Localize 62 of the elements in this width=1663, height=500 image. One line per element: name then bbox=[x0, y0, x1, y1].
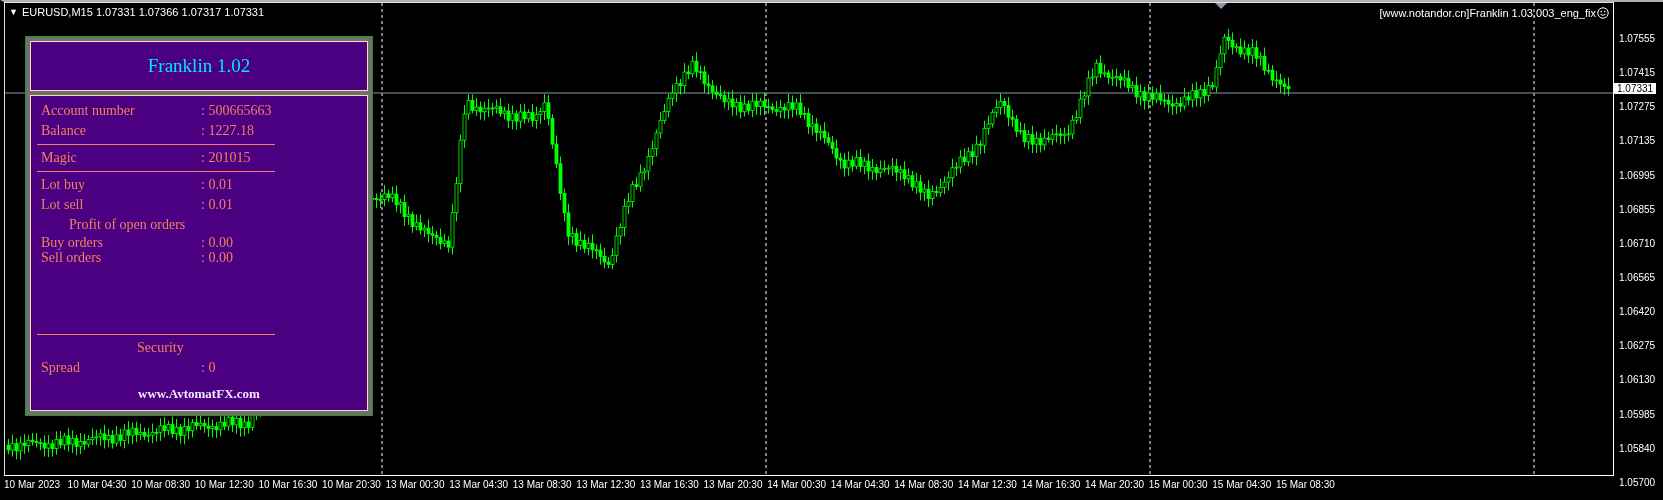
price-label: 1.06420 bbox=[1619, 306, 1656, 319]
panel-title: Franklin 1.02 bbox=[147, 55, 251, 77]
dropdown-caret-icon[interactable]: ▼ bbox=[9, 7, 18, 17]
price-label: 1.06565 bbox=[1619, 272, 1656, 284]
price-label: 1.06130 bbox=[1619, 374, 1656, 387]
triangle-icon bbox=[1215, 3, 1227, 9]
field-value: : 500665663 bbox=[201, 103, 272, 119]
time-label: 14 Mar 04:30 bbox=[830, 478, 891, 492]
section-heading: Profit of open orders bbox=[69, 217, 186, 233]
price-chart[interactable] bbox=[4, 2, 1614, 476]
field-label: Lot buy bbox=[41, 177, 86, 193]
field-value: : 201015 bbox=[201, 150, 251, 166]
time-label: 13 Mar 04:30 bbox=[449, 478, 510, 492]
price-label: 1.05985 bbox=[1619, 408, 1656, 421]
time-label: 14 Mar 12:30 bbox=[957, 478, 1018, 492]
time-label: 10 Mar 08:30 bbox=[131, 478, 192, 492]
price-label: 1.05700 bbox=[1619, 476, 1656, 489]
time-label: 14 Mar 08:30 bbox=[894, 478, 955, 492]
chart-title: EURUSD,M15 1.07331 1.07366 1.07317 1.07331 bbox=[21, 6, 265, 18]
time-label: 15 Mar 04:30 bbox=[1212, 478, 1273, 492]
field-label: Magic bbox=[41, 150, 78, 166]
time-label: 15 Mar 00:30 bbox=[1148, 478, 1209, 492]
time-label: 10 Mar 16:30 bbox=[258, 478, 319, 492]
field-value: : 0.00 bbox=[201, 234, 233, 251]
field-label: Buy orders bbox=[41, 234, 104, 251]
time-label: 10 Mar 20:30 bbox=[321, 478, 382, 492]
price-label: 1.07135 bbox=[1619, 135, 1656, 148]
time-label: 14 Mar 00:30 bbox=[767, 478, 828, 492]
field-value: : 1227.18 bbox=[201, 123, 254, 139]
field-value: : 0.01 bbox=[201, 197, 233, 213]
field-label: Sell orders bbox=[41, 249, 103, 266]
website-link[interactable]: www.AvtomatFX.com bbox=[138, 386, 260, 402]
field-value: : 0.01 bbox=[201, 177, 233, 193]
time-label: 13 Mar 16:30 bbox=[639, 478, 700, 492]
price-label: 1.06710 bbox=[1619, 237, 1656, 250]
expert-label: [www.notandor.cn]Franklin 1.03.003_eng_fix bbox=[1379, 7, 1596, 19]
time-label: 15 Mar 08:30 bbox=[1275, 478, 1336, 492]
price-label: 1.05840 bbox=[1619, 442, 1656, 455]
price-label: 1.07555 bbox=[1619, 33, 1656, 45]
field-label: Account number bbox=[41, 103, 136, 119]
price-label: 1.07275 bbox=[1619, 101, 1656, 114]
time-label: 14 Mar 20:30 bbox=[1085, 478, 1146, 492]
field-value: : 0.00 bbox=[201, 249, 233, 266]
field-value: : 0 bbox=[201, 360, 216, 376]
time-label: 13 Mar 20:30 bbox=[703, 478, 764, 492]
time-label: 10 Mar 04:30 bbox=[67, 478, 128, 492]
time-label: 14 Mar 16:30 bbox=[1021, 478, 1082, 492]
smiley-icon bbox=[1597, 7, 1609, 19]
price-label: 1.06855 bbox=[1619, 203, 1656, 216]
time-label: 10 Mar 2023 bbox=[4, 478, 62, 492]
field-label: Lot sell bbox=[41, 197, 85, 213]
current-price-label: 1.07331 bbox=[1614, 83, 1657, 94]
price-label: 1.06275 bbox=[1619, 340, 1656, 353]
price-label: 1.07415 bbox=[1619, 67, 1656, 80]
section-heading: Security bbox=[137, 340, 184, 356]
time-label: 13 Mar 00:30 bbox=[385, 478, 446, 492]
time-label: 13 Mar 08:30 bbox=[512, 478, 573, 492]
field-label: Balance bbox=[41, 123, 88, 139]
time-label: 13 Mar 12:30 bbox=[576, 478, 637, 492]
field-label: Spread bbox=[41, 360, 81, 376]
price-label: 1.06995 bbox=[1619, 169, 1656, 182]
time-label: 10 Mar 12:30 bbox=[194, 478, 255, 492]
